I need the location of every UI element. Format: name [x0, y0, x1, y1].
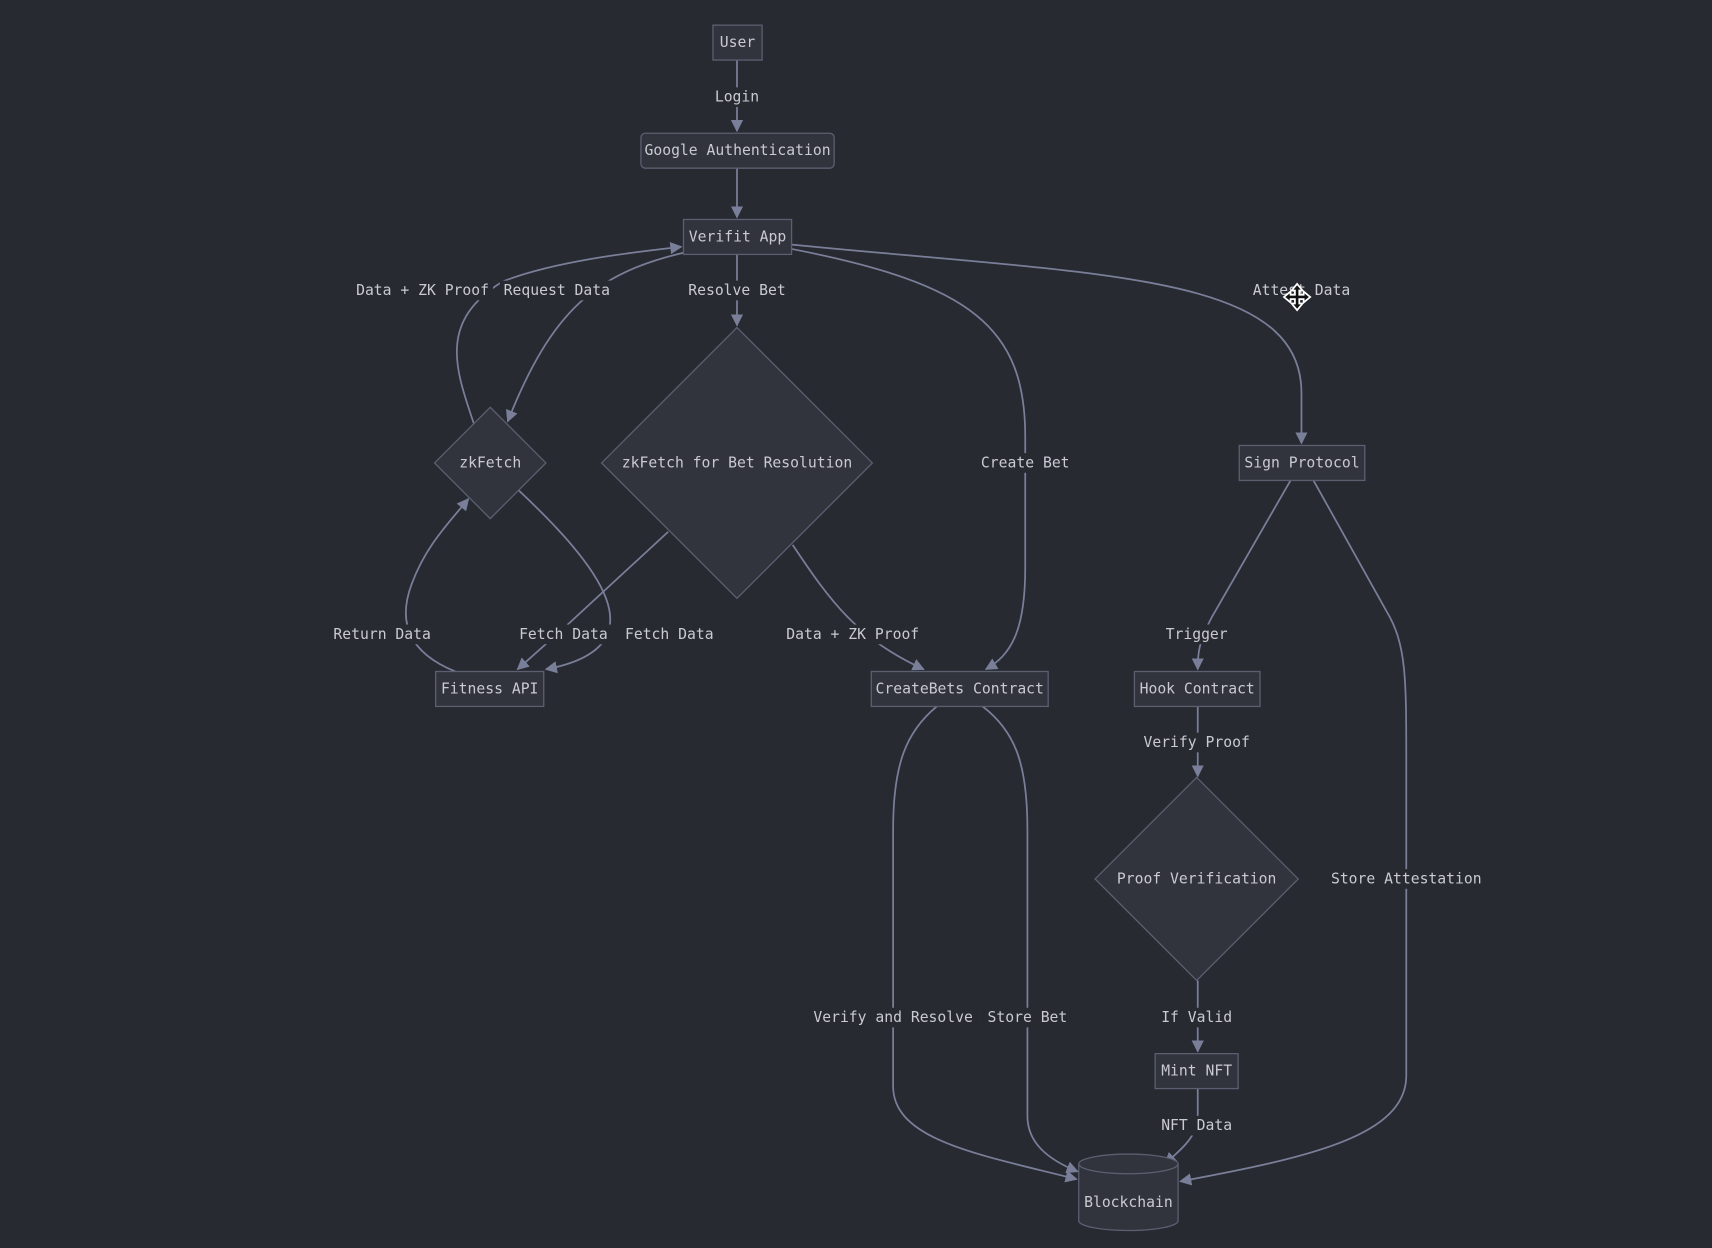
- edge-label-hook-proof: Verify Proof: [1143, 734, 1249, 751]
- edge-label-sign-hook: Trigger: [1166, 626, 1228, 643]
- node-label-hook: Hook Contract: [1140, 680, 1255, 697]
- node-user[interactable]: User: [712, 24, 763, 61]
- edge-label-verifit-createbets: Create Bet: [981, 454, 1070, 471]
- node-sign[interactable]: Sign Protocol: [1238, 444, 1366, 482]
- edge-label-proof-mint: If Valid: [1161, 1009, 1232, 1026]
- edge-resolve-fitness: [516, 531, 669, 671]
- edge-label-createbets-blockchain-verify: Verify and Resolve: [813, 1009, 973, 1026]
- node-label-resolve: zkFetch for Bet Resolution: [622, 454, 852, 471]
- node-label-blockchain: Blockchain: [1084, 1194, 1173, 1211]
- edge-label-resolve-fitness: Fetch Data: [519, 626, 608, 643]
- node-fitness[interactable]: Fitness API: [434, 670, 545, 708]
- node-label-mint: Mint NFT: [1161, 1063, 1232, 1080]
- edge-verifit-zkfetch: [506, 251, 686, 423]
- node-zkfetch[interactable]: zkFetch: [433, 406, 547, 520]
- cylinder-shape: [1078, 1153, 1179, 1232]
- node-label-sign: Sign Protocol: [1244, 454, 1359, 471]
- node-label-google: Google Authentication: [644, 142, 830, 159]
- node-label-zkfetch: zkFetch: [459, 454, 521, 471]
- edge-resolve-createbets: [791, 544, 925, 671]
- edge-label-verifit-zkfetch: Request Data: [504, 282, 610, 299]
- node-google[interactable]: Google Authentication: [640, 132, 835, 169]
- edge-verifit-sign: [791, 243, 1308, 445]
- edge-fitness-zkfetch: [404, 498, 470, 673]
- node-resolve[interactable]: zkFetch for Bet Resolution: [600, 326, 874, 600]
- edge-zkfetch-verifit: [456, 241, 683, 424]
- edge-label-sign-blockchain: Store Attestation: [1331, 870, 1482, 887]
- edge-label-verifit-resolve: Resolve Bet: [688, 282, 785, 299]
- node-verifit[interactable]: Verifit App: [682, 218, 793, 256]
- node-label-fitness: Fitness API: [441, 680, 538, 697]
- edge-label-resolve-createbets: Data + ZK Proof: [786, 626, 919, 643]
- flowchart: User Google Authentication Verifit App zkFe…: [329, 24, 1486, 1232]
- node-proof[interactable]: Proof Verification: [1094, 776, 1300, 982]
- edge-createbets-blockchain-verify: [892, 705, 1078, 1183]
- edge-label-createbets-blockchain-store: Store Bet: [988, 1009, 1068, 1026]
- node-label-user: User: [720, 34, 756, 51]
- edge-label-mint-blockchain: NFT Data: [1161, 1117, 1232, 1134]
- edge-label-zkfetch-fitness: Fetch Data: [625, 626, 714, 643]
- edge-label-fitness-zkfetch: Return Data: [333, 626, 430, 643]
- node-label-verifit: Verifit App: [689, 228, 786, 245]
- node-hook[interactable]: Hook Contract: [1133, 670, 1261, 708]
- node-label-proof: Proof Verification: [1117, 870, 1277, 887]
- node-mint[interactable]: Mint NFT: [1154, 1052, 1239, 1090]
- node-blockchain[interactable]: Blockchain: [1078, 1153, 1179, 1232]
- edge-label-user-google: Login: [715, 89, 759, 106]
- edge-createbets-blockchain-store: [982, 705, 1079, 1174]
- edge-label-zkfetch-verifit: Data + ZK Proof: [356, 282, 489, 299]
- node-createbets[interactable]: CreateBets Contract: [870, 670, 1049, 708]
- edge-labels: Login Request Data Data + ZK Proof Resolve …: [329, 87, 1486, 1136]
- node-label-createbets: CreateBets Contract: [876, 680, 1044, 697]
